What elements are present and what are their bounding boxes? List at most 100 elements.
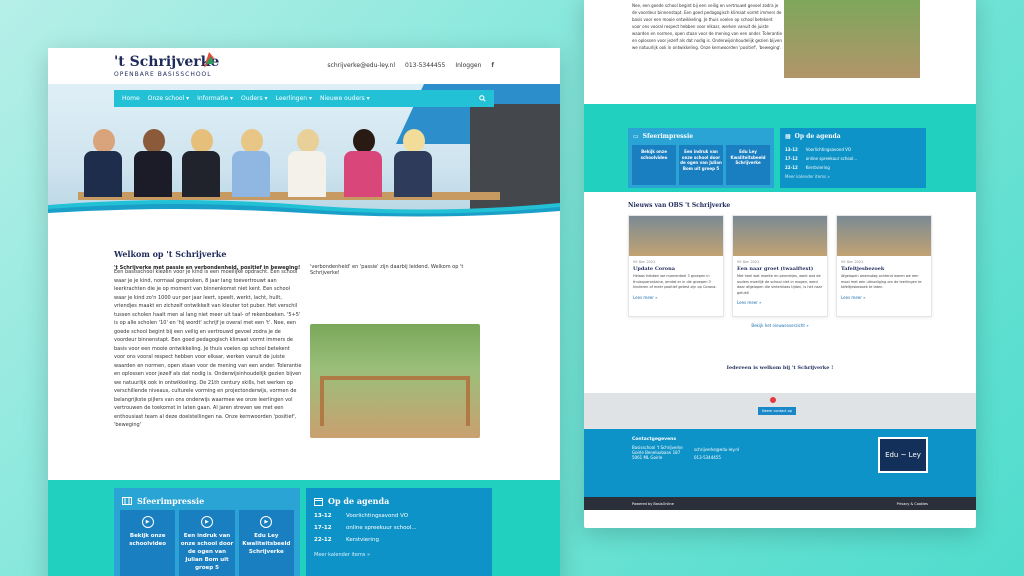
- privacy-link[interactable]: Privacy & Cookies: [897, 502, 928, 506]
- news-date: 09 Dec 2021: [737, 260, 760, 264]
- contact-button[interactable]: Neem contact op: [758, 407, 797, 415]
- logo-subtitle: OPENBARE BASISSCHOOL: [114, 71, 212, 78]
- child-figure: [134, 129, 174, 197]
- read-more-link[interactable]: Lees meer »: [837, 291, 931, 304]
- playground-photo: [310, 324, 480, 438]
- nav-onze-school[interactable]: Onze school ▾: [148, 95, 189, 102]
- sfeerimpressie-box: Sfeerimpressie ▶ Bekijk onze schoolvideo …: [114, 488, 300, 576]
- welcome-body-text: Een basisschool kiezen voor je kind is e…: [114, 269, 302, 428]
- agenda-more-link[interactable]: Meer kalender items »: [780, 172, 926, 181]
- main-nav: Home Onze school ▾ Informatie ▾ Ouders ▾…: [114, 90, 494, 107]
- agenda-item[interactable]: 22-12 Kerstviering: [780, 163, 926, 172]
- agenda-title-text: Op de agenda: [794, 133, 841, 140]
- video-tile[interactable]: ▶ Een indruk van onze school door de ogen…: [179, 510, 235, 576]
- news-card-desc: Met heel wat moeite en pennetjes, want w…: [737, 274, 823, 295]
- agenda-item[interactable]: 17-12 online spreekuur school...: [306, 522, 492, 534]
- agenda-date: 22-12: [785, 165, 798, 170]
- homepage-preview-scrolled: Nee, een goede school begint bij een vei…: [584, 0, 976, 528]
- video-tile[interactable]: ▶ Bekijk onze schoolvideo: [120, 510, 176, 576]
- map[interactable]: Neem contact op: [584, 393, 976, 429]
- news-card-title[interactable]: Update Corona: [629, 264, 723, 274]
- search-icon[interactable]: [479, 95, 486, 102]
- read-more-link[interactable]: Lees meer »: [629, 291, 723, 304]
- nav-nieuwe-ouders[interactable]: Nieuwe ouders ▾: [320, 95, 370, 102]
- homepage-preview-large: 't Schrijverke OPENBARE BASISSCHOOL schr…: [48, 48, 560, 576]
- footer-email[interactable]: schrijverke@edu-ley.nl: [694, 447, 739, 452]
- welcome-banner: Iedereen is welkom bij 't Schrijverke !: [584, 347, 976, 393]
- news-card-desc: Afgelopen woensdag ochtend waren we een …: [841, 274, 922, 289]
- footer-phone[interactable]: 013-5344455: [694, 455, 739, 460]
- agenda-text: Kerstviering: [805, 165, 830, 170]
- agenda-title-small: ▦ Op de agenda: [780, 128, 926, 145]
- nav-home[interactable]: Home: [122, 95, 140, 102]
- nav-informatie[interactable]: Informatie ▾: [197, 95, 233, 102]
- video-tile-label: Bekijk onze schoolvideo: [640, 149, 668, 160]
- play-icon: ▶: [260, 516, 273, 528]
- video-tile-label: Edu Ley Kwaliteitsbeeld Schrijverke: [242, 533, 291, 555]
- calendar-icon: ▦: [785, 133, 791, 140]
- school-logo[interactable]: 't Schrijverke OPENBARE BASISSCHOOL: [114, 52, 219, 78]
- child-figure: [394, 129, 434, 197]
- news-card-title[interactable]: Tafeltjesbezoek: [837, 264, 931, 274]
- welcome-title: Welkom op 't Schrijverke: [114, 249, 227, 259]
- news-card[interactable]: 09 Dec 2021 Een naar groet (twaalftext) …: [732, 215, 828, 317]
- nav-ouders[interactable]: Ouders ▾: [241, 95, 268, 102]
- read-more-link[interactable]: Lees meer »: [733, 296, 827, 309]
- video-tile[interactable]: Bekijk onze schoolvideo: [632, 145, 676, 185]
- agenda-item[interactable]: 13-12 Voorlichtingsavond VO: [780, 145, 926, 154]
- agenda-item[interactable]: 17-12 online spreekuur school...: [780, 154, 926, 163]
- header-email[interactable]: schrijverke@edu-ley.nl: [327, 62, 395, 69]
- agenda-date: 17-12: [314, 525, 332, 531]
- agenda-item[interactable]: 13-12 Voorlichtingsavond VO: [306, 510, 492, 522]
- header-phone[interactable]: 013-5344455: [405, 62, 445, 69]
- news-card[interactable]: 09 Dec 2021 Update Corona Helaas hebben …: [628, 215, 724, 317]
- child-figure: [288, 129, 328, 197]
- news-section: Nieuws van OBS 't Schrijverke 09 Dec 202…: [584, 192, 976, 347]
- news-card-desc: Helaas hebben we momenteel 3 groepen in …: [633, 274, 717, 289]
- film-icon: ▭: [633, 133, 639, 140]
- playground-photo-small: [784, 0, 920, 78]
- child-figure: [182, 129, 222, 197]
- video-tile-label: Een indruk van onze school door de ogen …: [180, 533, 234, 571]
- news-card[interactable]: 09 Dec 2021 Tafeltjesbezoek Afgelopen wo…: [836, 215, 932, 317]
- agenda-text: Kerstviering: [346, 537, 379, 543]
- welcome-tagline-continued: 'verbondenheid' en 'passie' zijn daarbij…: [310, 264, 464, 276]
- video-tile-label: Edu Ley Kwaliteitsbeeld Schrijverke: [730, 149, 766, 165]
- sfeer-title-text: Sfeerimpressie: [137, 496, 205, 506]
- footer-contact: schrijverke@edu-ley.nl 013-5344455: [694, 447, 739, 460]
- agenda-date: 17-12: [785, 156, 798, 161]
- film-icon: [122, 497, 132, 505]
- play-icon: ▶: [200, 516, 213, 528]
- video-tile[interactable]: ▶ Edu Ley Kwaliteitsbeeld Schrijverke: [238, 510, 294, 576]
- agenda-date: 13-12: [314, 513, 332, 519]
- agenda-text: Voorlichtingsavond VO: [805, 147, 851, 152]
- agenda-item[interactable]: 22-12 Kerstviering: [306, 534, 492, 546]
- video-tile[interactable]: Een indruk van onze school door de ogen …: [679, 145, 723, 185]
- hero-wave: [48, 200, 560, 219]
- login-link[interactable]: Inloggen: [455, 62, 481, 69]
- intro-text: Nee, een goede school begint bij een vei…: [632, 3, 782, 50]
- child-figure: [84, 129, 124, 197]
- footer: Contactgegevens Basisschool 't Schrijver…: [584, 429, 976, 497]
- facebook-icon[interactable]: f: [491, 62, 494, 69]
- hero-image: Home Onze school ▾ Informatie ▾ Ouders ▾…: [48, 84, 560, 219]
- powered-by[interactable]: Powered by BasisOnline: [632, 502, 674, 506]
- teal-band-small: ▭ Sfeerimpressie Bekijk onze schoolvideo …: [584, 104, 976, 192]
- intro-section: Nee, een goede school begint bij een vei…: [584, 0, 976, 104]
- news-card-title[interactable]: Een naar groet (twaalftext): [733, 264, 827, 274]
- agenda-text: online spreekuur school...: [805, 156, 858, 161]
- news-overview-link[interactable]: Bekijk het nieuwsoverzicht »: [628, 323, 932, 328]
- edu-ley-logo[interactable]: Edu ~ Ley: [878, 437, 928, 473]
- nav-leerlingen[interactable]: Leerlingen ▾: [276, 95, 312, 102]
- agenda-box-small: ▦ Op de agenda 13-12 Voorlichtingsavond VO…: [780, 128, 926, 188]
- video-tile-label: Een indruk van onze school door de ogen …: [680, 149, 722, 171]
- bird-icon: [204, 52, 214, 68]
- agenda-more-link[interactable]: Meer kalender items »: [306, 546, 492, 564]
- news-date: 09 Dec 2021: [841, 260, 864, 264]
- video-tile-label: Bekijk onze schoolvideo: [129, 533, 167, 547]
- header-links: schrijverke@edu-ley.nl 013-5344455 Inlog…: [327, 62, 494, 69]
- video-tile[interactable]: Edu Ley Kwaliteitsbeeld Schrijverke: [726, 145, 770, 185]
- child-figure: [232, 129, 272, 197]
- sfeerimpressie-box-small: ▭ Sfeerimpressie Bekijk onze schoolvideo …: [628, 128, 774, 188]
- agenda-text: Voorlichtingsavond VO: [346, 513, 409, 519]
